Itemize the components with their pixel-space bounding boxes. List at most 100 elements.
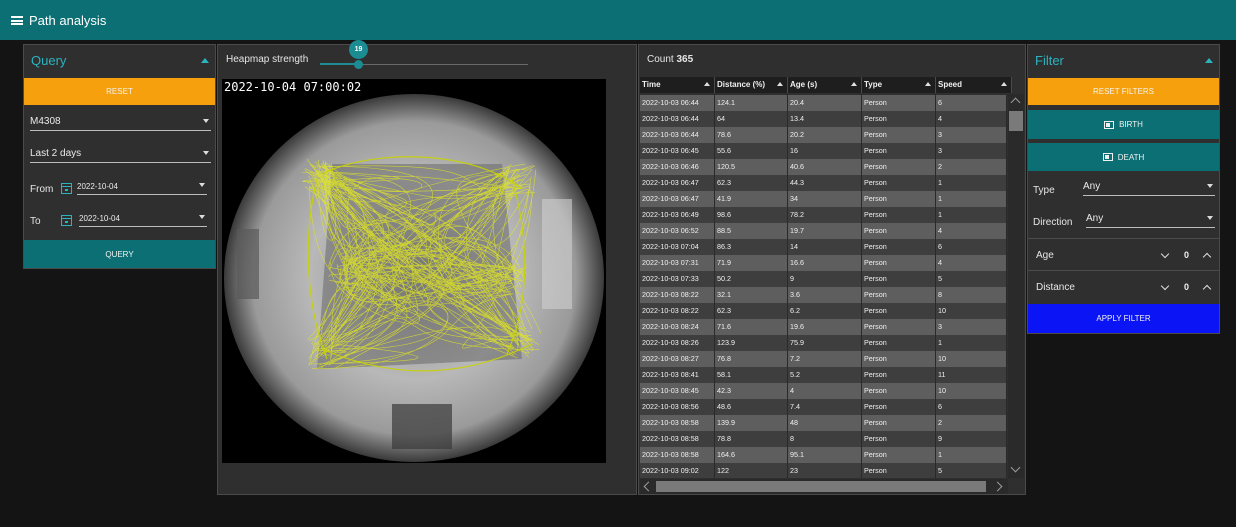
cell-time: 2022-10-03 08:45 <box>640 383 715 399</box>
cell-distance: 64 <box>715 111 788 127</box>
table-row[interactable]: 2022-10-03 07:33 50.2 9 Person 5 <box>640 271 1007 287</box>
table-row[interactable]: 2022-10-03 08:41 58.1 5.2 Person 11 <box>640 367 1007 383</box>
calendar-icon[interactable] <box>61 215 72 226</box>
death-button[interactable]: DEATH <box>1028 143 1219 171</box>
collapse-icon[interactable] <box>201 58 209 63</box>
cell-distance: 86.3 <box>715 239 788 255</box>
cell-age: 19.6 <box>788 319 862 335</box>
reset-button[interactable]: RESET <box>24 78 215 105</box>
cell-type: Person <box>862 175 936 191</box>
cell-age: 13.4 <box>788 111 862 127</box>
table-row[interactable]: 2022-10-03 08:24 71.6 19.6 Person 3 <box>640 319 1007 335</box>
birth-button[interactable]: BIRTH <box>1028 110 1219 139</box>
table-row[interactable]: 2022-10-03 08:22 62.3 6.2 Person 10 <box>640 303 1007 319</box>
cell-time: 2022-10-03 08:58 <box>640 447 715 463</box>
cell-time: 2022-10-03 07:31 <box>640 255 715 271</box>
table-row[interactable]: 2022-10-03 09:02 122 23 Person 5 <box>640 463 1007 478</box>
camera-select[interactable]: M4308 <box>30 116 211 131</box>
cell-speed: 2 <box>936 415 1007 431</box>
heatmap-image <box>222 79 606 463</box>
table-row[interactable]: 2022-10-03 06:46 120.5 40.6 Person 2 <box>640 159 1007 175</box>
horizontal-scroll-thumb[interactable] <box>656 481 986 492</box>
scroll-down-icon[interactable] <box>1010 462 1021 473</box>
cell-type: Person <box>862 431 936 447</box>
cell-type: Person <box>862 207 936 223</box>
cell-speed: 4 <box>936 111 1007 127</box>
table-row[interactable]: 2022-10-03 06:52 88.5 19.7 Person 4 <box>640 223 1007 239</box>
cell-type: Person <box>862 447 936 463</box>
scroll-left-icon[interactable] <box>643 481 654 492</box>
horizontal-scrollbar[interactable] <box>640 479 1008 494</box>
cell-time: 2022-10-03 06:46 <box>640 159 715 175</box>
table-row[interactable]: 2022-10-03 08:56 48.6 7.4 Person 6 <box>640 399 1007 415</box>
menu-icon[interactable] <box>11 16 23 25</box>
strength-slider-handle[interactable] <box>354 60 363 69</box>
to-date-field[interactable]: 2022-10-04 <box>79 213 207 227</box>
distance-value[interactable]: 0 <box>1184 282 1189 292</box>
apply-filter-button[interactable]: APPLY FILTER <box>1028 304 1219 333</box>
table-row[interactable]: 2022-10-03 08:58 139.9 48 Person 2 <box>640 415 1007 431</box>
cell-distance: 71.6 <box>715 319 788 335</box>
cell-time: 2022-10-03 08:22 <box>640 303 715 319</box>
vertical-scrollbar[interactable] <box>1008 94 1024 478</box>
table-row[interactable]: 2022-10-03 08:58 78.8 8 Person 9 <box>640 431 1007 447</box>
collapse-icon[interactable] <box>1205 58 1213 63</box>
cell-age: 95.1 <box>788 447 862 463</box>
table-row[interactable]: 2022-10-03 08:26 123.9 75.9 Person 1 <box>640 335 1007 351</box>
col-age-label: Age (s) <box>790 80 818 89</box>
cell-time: 2022-10-03 06:45 <box>640 143 715 159</box>
strength-slider-fill <box>320 63 358 65</box>
table-row[interactable]: 2022-10-03 06:44 78.6 20.2 Person 3 <box>640 127 1007 143</box>
table-row[interactable]: 2022-10-03 06:45 55.6 16 Person 3 <box>640 143 1007 159</box>
reset-filters-button[interactable]: RESET FILTERS <box>1028 78 1219 105</box>
cell-type: Person <box>862 367 936 383</box>
cell-distance: 88.5 <box>715 223 788 239</box>
from-date-field[interactable]: 2022-10-04 <box>77 181 207 195</box>
cell-age: 3.6 <box>788 287 862 303</box>
cell-type: Person <box>862 415 936 431</box>
dropdown-arrow-icon <box>199 183 205 187</box>
col-speed[interactable]: Speed <box>936 77 1012 93</box>
scroll-right-icon[interactable] <box>992 481 1003 492</box>
table-row[interactable]: 2022-10-03 07:31 71.9 16.6 Person 4 <box>640 255 1007 271</box>
table-row[interactable]: 2022-10-03 06:47 41.9 34 Person 1 <box>640 191 1007 207</box>
table-row[interactable]: 2022-10-03 08:22 32.1 3.6 Person 8 <box>640 287 1007 303</box>
type-select[interactable]: Any <box>1083 181 1215 196</box>
cell-speed: 6 <box>936 239 1007 255</box>
sort-icon <box>925 82 931 86</box>
table-row[interactable]: 2022-10-03 08:45 42.3 4 Person 10 <box>640 383 1007 399</box>
col-distance[interactable]: Distance (%) <box>715 77 788 93</box>
distance-label: Distance <box>1036 282 1075 293</box>
cell-age: 16 <box>788 143 862 159</box>
table-row[interactable]: 2022-10-03 06:44 64 13.4 Person 4 <box>640 111 1007 127</box>
cell-speed: 2 <box>936 159 1007 175</box>
col-time[interactable]: Time <box>640 77 715 93</box>
table-row[interactable]: 2022-10-03 07:04 86.3 14 Person 6 <box>640 239 1007 255</box>
range-select[interactable]: Last 2 days <box>30 148 211 163</box>
cell-speed: 1 <box>936 191 1007 207</box>
cell-age: 4 <box>788 383 862 399</box>
table-row[interactable]: 2022-10-03 06:49 98.6 78.2 Person 1 <box>640 207 1007 223</box>
cell-age: 20.4 <box>788 95 862 111</box>
cell-time: 2022-10-03 07:04 <box>640 239 715 255</box>
cell-speed: 11 <box>936 367 1007 383</box>
cell-distance: 98.6 <box>715 207 788 223</box>
cell-distance: 50.2 <box>715 271 788 287</box>
age-value[interactable]: 0 <box>1184 250 1189 260</box>
cell-type: Person <box>862 463 936 478</box>
direction-select[interactable]: Any <box>1086 213 1215 228</box>
calendar-icon[interactable] <box>61 183 72 194</box>
table-row[interactable]: 2022-10-03 06:47 62.3 44.3 Person 1 <box>640 175 1007 191</box>
col-age[interactable]: Age (s) <box>788 77 862 93</box>
count-caption: Count <box>647 54 674 65</box>
cell-age: 19.7 <box>788 223 862 239</box>
strength-label: Heapmap strength <box>226 54 309 65</box>
table-row[interactable]: 2022-10-03 08:58 164.6 95.1 Person 1 <box>640 447 1007 463</box>
table-row[interactable]: 2022-10-03 08:27 76.8 7.2 Person 10 <box>640 351 1007 367</box>
query-button[interactable]: QUERY <box>24 240 215 268</box>
table-row[interactable]: 2022-10-03 06:44 124.1 20.4 Person 6 <box>640 95 1007 111</box>
col-type[interactable]: Type <box>862 77 936 93</box>
cell-speed: 3 <box>936 143 1007 159</box>
vertical-scroll-thumb[interactable] <box>1009 111 1023 131</box>
scroll-up-icon[interactable] <box>1010 97 1021 108</box>
